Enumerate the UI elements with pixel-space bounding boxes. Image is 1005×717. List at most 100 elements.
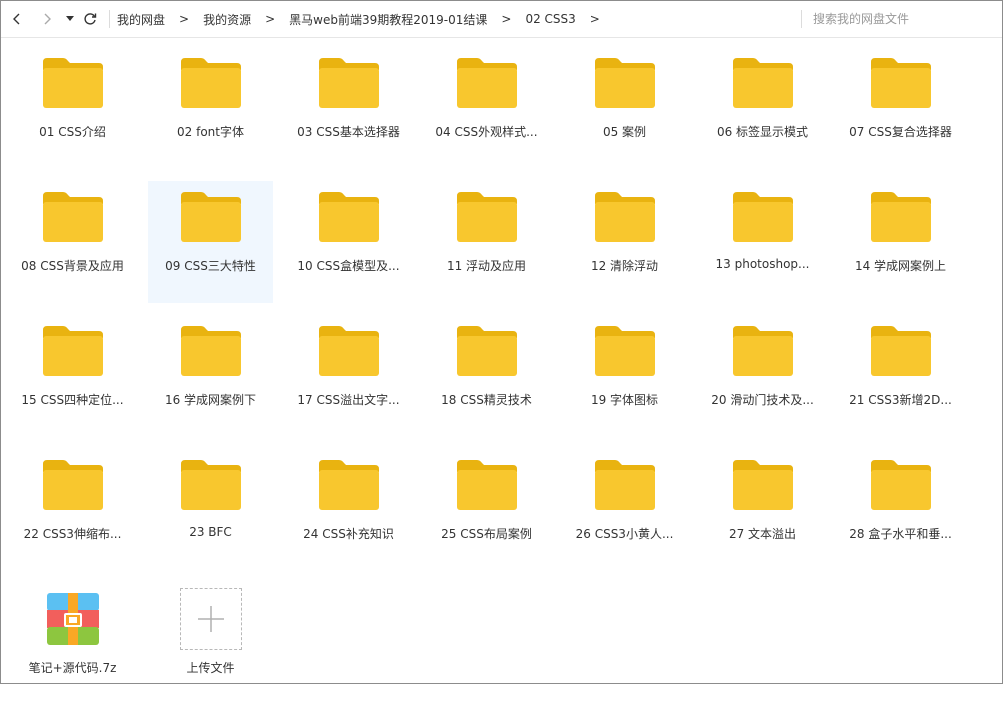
item-label: 15 CSS四种定位... [21,393,124,407]
folder-item[interactable]: 14 学成网案例上 [838,181,963,303]
folder-item[interactable]: 17 CSS溢出文字... [286,315,411,437]
folder-item[interactable]: 26 CSS3小黄人... [562,449,687,571]
folder-item[interactable]: 02 font字体 [148,47,273,169]
folder-item[interactable]: 09 CSS三大特性 [148,181,273,303]
item-icon-wrap [424,319,549,383]
folder-item[interactable]: 01 CSS介绍 [10,47,135,169]
folder-item[interactable]: 03 CSS基本选择器 [286,47,411,169]
item-icon-wrap [286,319,411,383]
item-icon-wrap [424,185,549,249]
breadcrumb-separator: > [179,12,190,26]
folder-icon [42,58,103,108]
item-label: 09 CSS三大特性 [165,259,256,273]
item-label: 27 文本溢出 [728,527,797,541]
folder-item[interactable]: 23 BFC [148,449,273,571]
folder-item[interactable]: 07 CSS复合选择器 [838,47,963,169]
breadcrumb-separator: > [501,12,512,26]
item-label: 08 CSS背景及应用 [21,259,124,273]
item-icon-wrap [148,185,273,249]
file-browser-window: 我的网盘 > 我的资源 > 黑马web前端39期教程2019-01结课 > 02… [0,0,1005,684]
refresh-button[interactable] [81,9,99,29]
item-label: 06 标签显示模式 [716,125,809,139]
item-label: 25 CSS布局案例 [441,527,532,541]
refresh-icon [84,13,97,25]
folder-item[interactable]: 24 CSS补充知识 [286,449,411,571]
item-icon-wrap [286,453,411,517]
breadcrumb-item-course[interactable]: 黑马web前端39期教程2019-01结课 [287,11,489,28]
folder-icon [180,58,241,108]
folder-item[interactable]: 13 photoshop... [700,181,825,303]
folder-item[interactable]: 19 字体图标 [562,315,687,437]
item-label: 24 CSS补充知识 [303,527,394,541]
item-label: 20 滑动门技术及... [711,393,814,407]
folder-icon [318,326,379,376]
plus-icon [197,606,224,632]
folder-icon [732,326,793,376]
folder-icon [180,192,241,242]
item-label: 18 CSS精灵技术 [441,393,532,407]
folder-icon [456,326,517,376]
folder-item[interactable]: 04 CSS外观样式... [424,47,549,169]
folder-item[interactable]: 20 滑动门技术及... [700,315,825,437]
folder-item[interactable]: 06 标签显示模式 [700,47,825,169]
folder-icon [870,58,931,108]
item-label: 01 CSS介绍 [39,125,106,139]
folder-icon [318,58,379,108]
folder-item[interactable]: 21 CSS3新增2D... [838,315,963,437]
caret-down-icon [66,16,74,21]
archive-file-item[interactable]: 笔记+源代码.7z [10,583,135,705]
toolbar-divider [109,10,110,28]
folder-icon [318,460,379,510]
folder-icon [594,326,655,376]
folder-item[interactable]: 10 CSS盒模型及... [286,181,411,303]
breadcrumb-separator: > [265,12,276,26]
item-icon-wrap [562,453,687,517]
item-icon-wrap [700,185,825,249]
item-label: 14 学成网案例上 [854,259,947,273]
back-button[interactable] [9,9,25,29]
item-icon-wrap [838,319,963,383]
item-icon-wrap [10,51,135,115]
folder-item[interactable]: 05 案例 [562,47,687,169]
item-label: 26 CSS3小黄人... [575,527,674,541]
chevron-left-icon [13,13,20,25]
item-label: 19 字体图标 [590,393,659,407]
item-icon-wrap [148,453,273,517]
item-icon-wrap [10,453,135,517]
folder-icon [42,460,103,510]
item-icon-wrap [286,185,411,249]
folder-item[interactable]: 22 CSS3伸缩布... [10,449,135,571]
folder-item[interactable]: 16 学成网案例下 [148,315,273,437]
folder-item[interactable]: 28 盒子水平和垂... [838,449,963,571]
breadcrumb-separator: > [589,12,600,26]
toolbar: 我的网盘 > 我的资源 > 黑马web前端39期教程2019-01结课 > 02… [1,1,1005,38]
breadcrumb-item-my-resources[interactable]: 我的资源 [201,11,253,28]
forward-button[interactable] [39,9,55,29]
item-label: 17 CSS溢出文字... [297,393,400,407]
folder-icon [732,460,793,510]
item-label: 13 photoshop... [715,257,810,271]
folder-icon [180,326,241,376]
folder-icon [318,192,379,242]
folder-item[interactable]: 12 清除浮动 [562,181,687,303]
item-label: 11 浮动及应用 [446,259,527,273]
item-icon-wrap [424,453,549,517]
folder-item[interactable]: 15 CSS四种定位... [10,315,135,437]
item-icon-wrap [838,453,963,517]
folder-item[interactable]: 11 浮动及应用 [424,181,549,303]
item-label: 上传文件 [186,661,235,675]
folder-icon [594,192,655,242]
folder-item[interactable]: 25 CSS布局案例 [424,449,549,571]
folder-icon [870,192,931,242]
breadcrumb-item-current[interactable]: 02 CSS3 [523,12,577,26]
archive-icon [46,593,99,645]
upload-file-button[interactable]: 上传文件 [148,583,273,705]
folder-item[interactable]: 27 文本溢出 [700,449,825,571]
folder-item[interactable]: 08 CSS背景及应用 [10,181,135,303]
folder-item[interactable]: 18 CSS精灵技术 [424,315,549,437]
search-input[interactable] [807,7,1005,31]
item-icon-wrap [286,51,411,115]
history-dropdown-button[interactable] [63,9,77,29]
breadcrumb-item-my-drive[interactable]: 我的网盘 [115,11,167,28]
item-label: 07 CSS复合选择器 [849,125,952,139]
